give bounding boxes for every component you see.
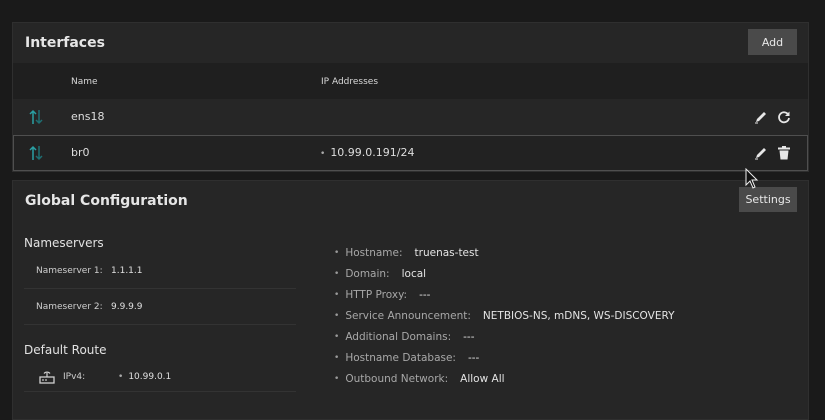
info-service-announcement: • Service Announcement: NETBIOS-NS, mDNS, …: [334, 310, 675, 322]
nameserver-1-value: 1.1.1.1: [111, 266, 143, 276]
up-down-arrows-icon: [29, 108, 43, 126]
mouse-cursor-icon: [745, 168, 759, 190]
interfaces-table-header: Name IP Addresses: [13, 63, 808, 99]
divider: [24, 288, 296, 289]
refresh-icon[interactable]: [776, 109, 792, 125]
interface-row-ens18[interactable]: ens18: [13, 99, 808, 135]
nameserver-2-label: Nameserver 2:: [36, 302, 103, 312]
add-interface-button[interactable]: Add: [748, 29, 797, 55]
pencil-icon[interactable]: [753, 109, 769, 125]
interface-name: ens18: [71, 110, 105, 123]
column-header-name: Name: [71, 77, 98, 87]
settings-button[interactable]: Settings: [739, 187, 797, 212]
info-additional-domains: • Additional Domains: ---: [334, 331, 475, 343]
interfaces-card: Interfaces Add Name IP Addresses ens18 b…: [12, 22, 809, 172]
interface-ip: • 10.99.0.191/24: [320, 146, 415, 159]
info-domain: • Domain: local: [334, 268, 427, 280]
divider: [24, 324, 296, 325]
info-hostname-database: • Hostname Database: ---: [334, 352, 480, 364]
nameserver-2-value: 9.9.9.9: [111, 302, 143, 312]
info-hostname: • Hostname: truenas-test: [334, 247, 479, 259]
divider: [24, 391, 296, 392]
interface-name: br0: [71, 146, 90, 159]
interface-row-br0[interactable]: br0 • 10.99.0.191/24: [13, 135, 808, 171]
default-route-title: Default Route: [24, 343, 107, 357]
info-outbound-network: • Outbound Network: Allow All: [334, 373, 505, 385]
trash-icon[interactable]: [776, 145, 792, 161]
default-route-ipv4-value: 10.99.0.1: [128, 372, 172, 382]
up-down-arrows-icon: [29, 144, 43, 162]
default-route-ipv4: • 10.99.0.1: [118, 372, 172, 382]
interfaces-title: Interfaces: [25, 35, 105, 51]
global-configuration-title: Global Configuration: [25, 193, 188, 209]
info-http-proxy: • HTTP Proxy: ---: [334, 289, 431, 301]
router-icon: [39, 369, 55, 385]
pencil-icon[interactable]: [753, 145, 769, 161]
nameserver-1-label: Nameserver 1:: [36, 266, 103, 276]
column-header-ip: IP Addresses: [321, 77, 379, 87]
ipv4-label: IPv4:: [63, 372, 86, 382]
interface-ip-value: 10.99.0.191/24: [330, 146, 415, 159]
nameservers-title: Nameservers: [24, 236, 104, 250]
